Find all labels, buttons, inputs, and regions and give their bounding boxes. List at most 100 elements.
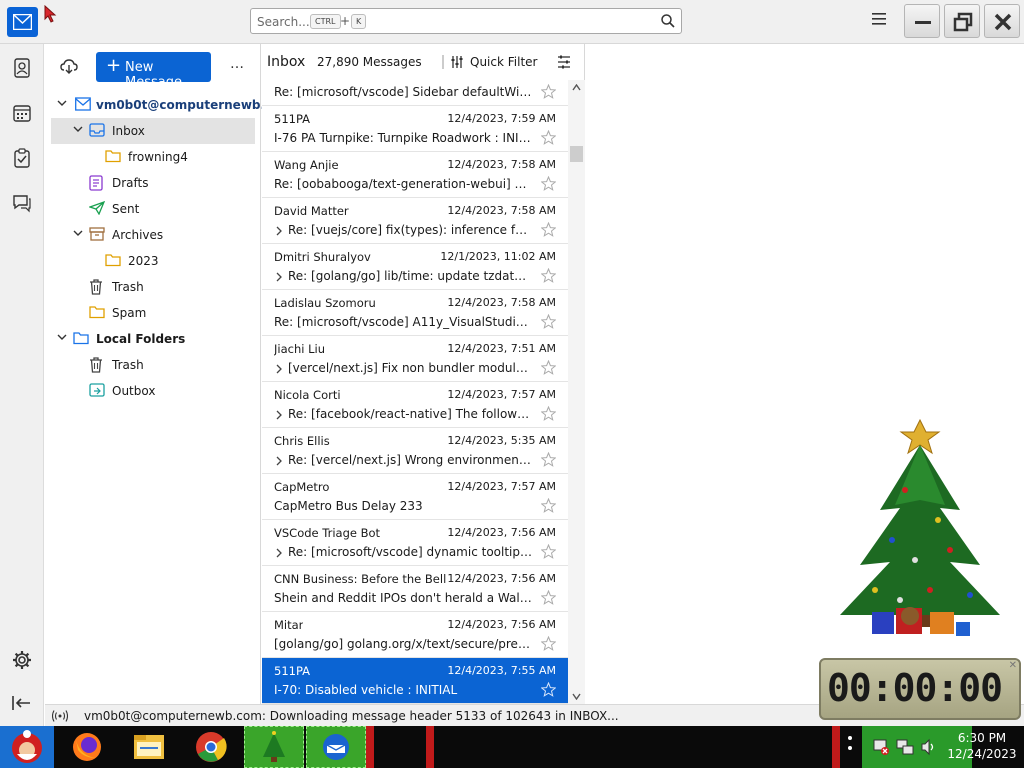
stopwatch-widget[interactable]: 00:00:00 ✕ (819, 658, 1021, 720)
display-options-icon[interactable] (557, 55, 571, 69)
message-subject: Re: [golang/go] lib/time: update tzdata … (288, 269, 532, 283)
star-icon[interactable] (541, 222, 556, 237)
folder-label: Sent (112, 202, 140, 216)
message-sender: Jiachi Liu (274, 342, 325, 356)
message-row[interactable]: Nicola Corti 12/4/2023, 7:57 AM Re: [fac… (262, 382, 568, 428)
folder-label: Drafts (112, 176, 149, 190)
message-row[interactable]: CNN Business: Before the Bell 12/4/2023,… (262, 566, 568, 612)
folder-inbox[interactable]: Inbox (51, 118, 255, 144)
chat-icon[interactable] (12, 193, 32, 213)
more-options-button[interactable]: … (230, 56, 245, 72)
network-error-icon[interactable] (872, 738, 890, 756)
local-folder-outbox[interactable]: Outbox (51, 378, 255, 404)
star-icon[interactable] (541, 452, 556, 467)
message-row[interactable]: Re: [microsoft/vscode] Sidebar defaultWi… (262, 80, 568, 106)
message-date: 12/1/2023, 11:02 AM (440, 250, 556, 263)
star-icon[interactable] (541, 682, 556, 697)
restore-button[interactable] (944, 4, 980, 38)
message-row[interactable]: 511PA 12/4/2023, 7:59 AM I-76 PA Turnpik… (262, 106, 568, 152)
mail-app-icon[interactable] (7, 7, 38, 37)
inbox-icon (89, 123, 105, 137)
chrome-icon[interactable] (190, 726, 232, 768)
folder-icon (105, 254, 121, 267)
folder-sent[interactable]: Sent (51, 196, 255, 222)
star-icon[interactable] (541, 590, 556, 605)
star-icon[interactable] (541, 360, 556, 375)
scroll-up-arrow-icon[interactable] (572, 84, 581, 91)
message-row[interactable]: Ladislau Szomoru 12/4/2023, 7:58 AM Re: … (262, 290, 568, 336)
thread-chevron-right-icon[interactable] (275, 410, 283, 420)
chevron-down-icon[interactable] (73, 228, 83, 238)
message-row-selected[interactable]: 511PA 12/4/2023, 7:55 AM I-70: Disabled … (262, 658, 568, 704)
taskbar-clock[interactable]: 6:30 PM 12/24/2023 (940, 730, 1024, 762)
volume-icon[interactable] (920, 738, 938, 756)
tasks-icon[interactable] (12, 148, 32, 168)
chevron-down-icon[interactable] (73, 124, 83, 134)
chevron-down-icon[interactable] (57, 98, 67, 108)
message-row[interactable]: Chris Ellis 12/4/2023, 5:35 AM Re: [verc… (262, 428, 568, 474)
thread-chevron-right-icon[interactable] (275, 272, 283, 282)
star-icon[interactable] (541, 268, 556, 283)
minimize-button[interactable] (904, 4, 940, 38)
star-icon[interactable] (541, 636, 556, 651)
folder-archives[interactable]: Archives (51, 222, 255, 248)
folder-trash[interactable]: Trash (51, 274, 255, 300)
taskbar-thunderbird-app[interactable] (306, 726, 366, 768)
settings-gear-icon[interactable] (12, 650, 32, 670)
local-folders-row[interactable]: Local Folders (51, 326, 255, 352)
thread-chevron-right-icon[interactable] (275, 548, 283, 558)
folder-label: Inbox (112, 124, 145, 138)
start-button[interactable] (0, 726, 54, 768)
message-row[interactable]: Jiachi Liu 12/4/2023, 7:51 AM [vercel/ne… (262, 336, 568, 382)
message-row[interactable]: Wang Anjie 12/4/2023, 7:58 AM Re: [oobab… (262, 152, 568, 198)
folder-2023[interactable]: 2023 (51, 248, 255, 274)
scrollbar-thumb[interactable] (570, 146, 583, 162)
message-row[interactable]: David Matter 12/4/2023, 7:58 AM Re: [vue… (262, 198, 568, 244)
quick-filter-button[interactable]: Quick Filter (470, 55, 537, 69)
taskbar-tree-app[interactable] (244, 726, 304, 768)
thread-chevron-right-icon[interactable] (275, 364, 283, 374)
folder-drafts[interactable]: Drafts (51, 170, 255, 196)
star-icon[interactable] (541, 406, 556, 421)
star-icon[interactable] (541, 130, 556, 145)
red-cursor-icon (44, 5, 57, 23)
message-list-scrollbar[interactable] (568, 80, 585, 704)
tray-dots-icon[interactable] (842, 726, 858, 768)
folder-label: Trash (112, 358, 144, 372)
message-date: 12/4/2023, 7:56 AM (447, 618, 556, 631)
star-icon[interactable] (541, 176, 556, 191)
message-sender: David Matter (274, 204, 349, 218)
firefox-icon[interactable] (66, 726, 108, 768)
star-icon[interactable] (541, 314, 556, 329)
quick-filter-icon[interactable] (450, 55, 464, 69)
file-explorer-icon[interactable] (128, 726, 170, 768)
close-button[interactable] (984, 4, 1020, 38)
message-row[interactable]: Dmitri Shuralyov 12/1/2023, 11:02 AM Re:… (262, 244, 568, 290)
account-row[interactable]: vm0b0t@computernewb... (51, 92, 274, 118)
scroll-down-arrow-icon[interactable] (572, 693, 581, 700)
calendar-icon[interactable] (12, 103, 32, 123)
hamburger-menu-icon[interactable] (872, 13, 886, 25)
search-input[interactable]: Search... CTRL + K (250, 8, 682, 34)
message-row[interactable]: VSCode Triage Bot 12/4/2023, 7:56 AM Re:… (262, 520, 568, 566)
address-book-icon[interactable] (12, 58, 32, 78)
search-icon[interactable] (661, 14, 675, 28)
close-icon[interactable]: ✕ (1009, 660, 1017, 671)
folder-frowning4[interactable]: frowning4 (51, 144, 255, 170)
folder-label: Outbox (112, 384, 156, 398)
star-icon[interactable] (541, 84, 556, 99)
network-icon[interactable] (896, 738, 914, 756)
new-message-button[interactable]: + New Message (96, 52, 211, 90)
collapse-sidebar-icon[interactable] (12, 695, 32, 711)
chevron-down-icon[interactable] (57, 332, 67, 342)
online-status-icon[interactable] (52, 710, 68, 722)
local-folder-trash[interactable]: Trash (51, 352, 255, 378)
get-messages-cloud-icon[interactable] (60, 59, 78, 75)
folder-spam[interactable]: Spam (51, 300, 255, 326)
star-icon[interactable] (541, 544, 556, 559)
message-row[interactable]: Mitar 12/4/2023, 7:56 AM [golang/go] gol… (262, 612, 568, 658)
thread-chevron-right-icon[interactable] (275, 226, 283, 236)
message-row[interactable]: CapMetro 12/4/2023, 7:57 AM CapMetro Bus… (262, 474, 568, 520)
star-icon[interactable] (541, 498, 556, 513)
thread-chevron-right-icon[interactable] (275, 456, 283, 466)
